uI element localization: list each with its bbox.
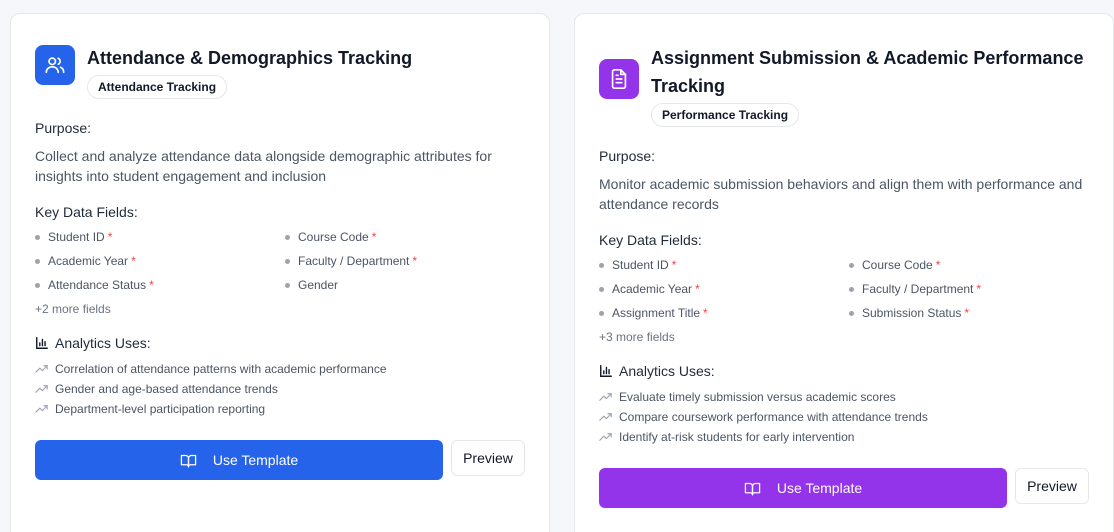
analytics-use-item: Evaluate timely submission versus academ… — [599, 390, 896, 404]
preview-button[interactable]: Preview — [1015, 468, 1089, 504]
field-item: Course Code * — [285, 230, 376, 244]
analytics-use-item: Correlation of attendance patterns with … — [35, 362, 387, 376]
purpose-label: Purpose: — [599, 148, 656, 164]
trending-up-icon — [35, 365, 48, 373]
field-item: Submission Status * — [849, 306, 969, 320]
card-title: Assignment Submission & Academic Perform… — [651, 48, 1084, 96]
category-badge: Attendance Tracking — [87, 75, 228, 99]
key-fields-label: Key Data Fields: — [35, 204, 138, 220]
field-item: Attendance Status * — [35, 278, 154, 292]
template-card-performance: Assignment Submission & Academic Perform… — [574, 13, 1114, 532]
more-fields-text: +2 more fields — [35, 302, 111, 316]
field-item: Academic Year * — [599, 282, 700, 296]
card-header: Attendance & Demographics Tracking Atten… — [35, 44, 412, 99]
book-open-icon — [180, 454, 197, 468]
template-card-attendance: Attendance & Demographics Tracking Atten… — [10, 13, 550, 532]
key-fields-label: Key Data Fields: — [599, 232, 702, 248]
users-icon — [35, 45, 75, 85]
field-item: Student ID * — [599, 258, 676, 272]
field-item: Faculty / Department * — [849, 282, 981, 296]
document-icon — [599, 59, 639, 99]
trending-up-icon — [599, 413, 612, 421]
card-title: Attendance & Demographics Tracking — [87, 48, 413, 68]
analytics-use-item: Identify at-risk students for early inte… — [599, 430, 854, 444]
analytics-use-item: Gender and age-based attendance trends — [35, 382, 278, 396]
bar-chart-icon — [600, 365, 612, 377]
use-template-button[interactable]: Use Template — [599, 468, 1007, 508]
analytics-use-item: Compare coursework performance with atte… — [599, 410, 928, 424]
analytics-label: Analytics Uses: — [599, 363, 715, 379]
field-item: Gender — [285, 278, 338, 292]
field-item: Course Code * — [849, 258, 940, 272]
preview-button[interactable]: Preview — [451, 440, 525, 476]
analytics-use-item: Department-level participation reporting — [35, 402, 265, 416]
purpose-text: Collect and analyze attendance data alon… — [35, 148, 492, 184]
trending-up-icon — [599, 393, 612, 401]
field-item: Faculty / Department * — [285, 254, 417, 268]
use-template-button[interactable]: Use Template — [35, 440, 443, 480]
more-fields-text: +3 more fields — [599, 330, 675, 344]
field-item: Student ID * — [35, 230, 112, 244]
bar-chart-icon — [36, 337, 48, 349]
trending-up-icon — [599, 433, 612, 441]
purpose-label: Purpose: — [35, 120, 92, 136]
field-item: Academic Year * — [35, 254, 136, 268]
trending-up-icon — [35, 385, 48, 393]
category-badge: Performance Tracking — [651, 103, 800, 127]
purpose-text: Monitor academic submission behaviors an… — [599, 176, 1083, 212]
book-open-icon — [744, 482, 761, 496]
card-header: Assignment Submission & Academic Perform… — [599, 44, 1083, 127]
trending-up-icon — [35, 405, 48, 413]
field-item: Assignment Title * — [599, 306, 708, 320]
analytics-label: Analytics Uses: — [35, 335, 151, 351]
